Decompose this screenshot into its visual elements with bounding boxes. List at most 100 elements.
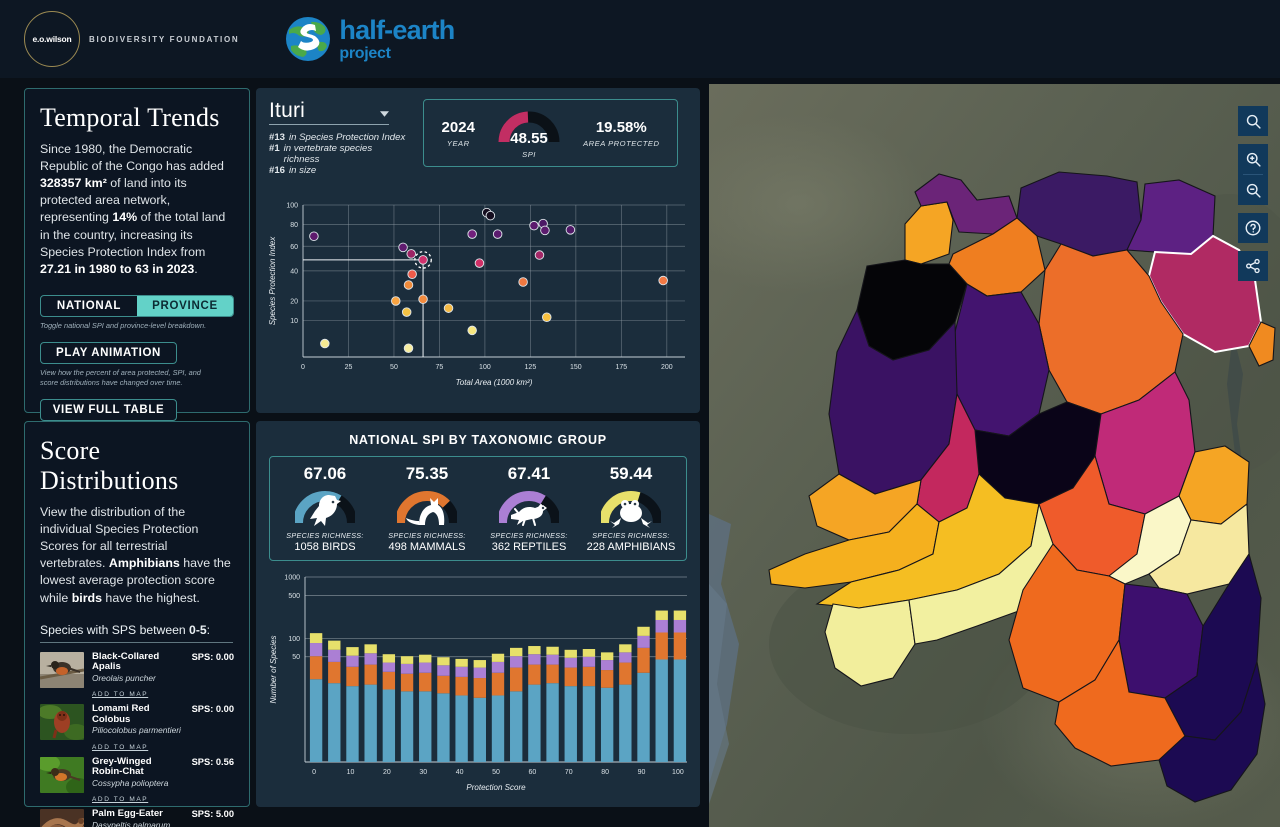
stat-area-protected: 19.58% AREA PROTECTED (583, 119, 659, 148)
species-richness-value: 498 MAMMALS (388, 541, 466, 553)
temporal-spi-range: 27.21 in 1980 to 63 in 2023 (40, 261, 195, 276)
score-distributions-title: Score Distributions (40, 436, 179, 495)
province-ranks: #13 in Species Protection Index #1 in verte… (269, 132, 409, 176)
score-bold-amphibians: Amphibians (108, 556, 180, 571)
province-rank-1: #1 in vertebrate species richness (269, 143, 409, 165)
stat-year-value: 2024 (441, 118, 475, 136)
scope-toggle-hint: Toggle national SPI and province-level b… (40, 320, 207, 330)
svg-text:60: 60 (290, 244, 298, 251)
temporal-text-1: Since 1980, the Democratic Republic of t… (40, 142, 224, 174)
stat-spi-value: 48.55 (510, 129, 548, 147)
gauge-value: 67.41 (507, 464, 551, 483)
province-stats: 2024 YEAR 48.55 SPI 19.58% AREA PROTECTE… (423, 99, 678, 167)
svg-text:40: 40 (456, 769, 464, 776)
taxonomic-gauge-2[interactable]: 67.41 SPECIES RICHNESS: 362 REPTILES (479, 464, 579, 553)
help-icon[interactable] (1238, 213, 1268, 243)
svg-text:50: 50 (292, 654, 300, 661)
play-animation-button[interactable]: PLAY ANIMATION (40, 341, 177, 364)
taxonomic-panel: NATIONAL SPI BY TAXONOMIC GROUP 67.06 SPE… (256, 421, 700, 807)
species-richness-value: 228 AMPHIBIANS (586, 541, 676, 553)
share-icon[interactable] (1238, 251, 1268, 281)
reptile-icon (499, 491, 559, 526)
eo-wilson-ring-icon: e.o.wilson (24, 11, 80, 67)
zoom-controls[interactable] (1238, 144, 1268, 205)
province-selector[interactable]: Ituri (269, 99, 389, 125)
rank-text: in vertebrate species richness (283, 143, 373, 165)
svg-text:0: 0 (301, 364, 305, 371)
zoom-out-icon[interactable] (1238, 175, 1268, 205)
province-name: Ituri (269, 99, 306, 122)
half-earth-logo[interactable]: half-earth project (285, 14, 455, 62)
svg-text:Species Protection Index: Species Protection Index (268, 236, 277, 325)
stat-year-label: YEAR (446, 138, 470, 148)
score-description: View the distribution of the individual … (40, 504, 234, 607)
eo-wilson-name: e.o.wilson (32, 34, 72, 44)
half-earth-title: half-earth (339, 14, 455, 45)
gauge-value: 67.06 (303, 464, 347, 483)
taxonomic-gauge-3[interactable]: 59.44 SPECIES RICHNESS: 228 AMPHIBIANS (581, 464, 681, 553)
rank-text: in Species Protection Index (289, 132, 406, 143)
svg-text:80: 80 (601, 769, 609, 776)
species-richness-value: 362 REPTILES (491, 541, 567, 553)
svg-text:100: 100 (286, 203, 298, 210)
add-to-map-link[interactable]: ADD TO MAP (92, 744, 148, 751)
scope-toggle[interactable]: NATIONAL PROVINCE (40, 294, 234, 317)
species-latin-name: Piliocolobus parmentieri (92, 725, 181, 736)
species-common-name: Palm Egg-Eater (92, 808, 163, 820)
species-thumbnail (40, 704, 84, 741)
species-richness-label: SPECIES RICHNESS: (388, 531, 466, 540)
list-item[interactable]: Black-Collared Apalis Oreolais puncher ADD… (40, 649, 234, 702)
stat-spi-label: SPI (522, 149, 536, 159)
add-to-map-link[interactable]: ADD TO MAP (92, 691, 148, 698)
view-full-table-button-trends[interactable]: VIEW FULL TABLE (40, 399, 177, 422)
taxonomic-gauge-1[interactable]: 75.35 SPECIES RICHNESS: 498 MAMMALS (377, 464, 477, 553)
species-list-prefix: Species with SPS between (40, 622, 190, 637)
rank-text: in size (289, 165, 317, 176)
species-latin-name: Oreolais puncher (92, 672, 156, 683)
add-to-map-link[interactable]: ADD TO MAP (92, 796, 148, 803)
svg-text:175: 175 (615, 364, 627, 371)
svg-text:Number of Species: Number of Species (269, 635, 278, 703)
eo-wilson-logo[interactable]: e.o.wilson BIODIVERSITY FOUNDATION (24, 11, 239, 67)
svg-text:10: 10 (290, 318, 298, 325)
svg-text:30: 30 (419, 769, 427, 776)
zoom-in-icon[interactable] (1238, 144, 1268, 174)
province-trends-panel: Ituri #13 in Species Protection Index #1 in… (256, 88, 700, 413)
score-text-3: have the highest. (101, 590, 200, 605)
species-common-name: Grey-Winged Robin-Chat (92, 755, 152, 778)
gauge-value: 59.44 (609, 464, 653, 483)
list-item[interactable]: Grey-Winged Robin-Chat Cossypha poliopter… (40, 754, 234, 807)
list-item[interactable]: Lomami Red Colobus Piliocolobus parmentie… (40, 701, 234, 754)
svg-text:Protection Score: Protection Score (466, 783, 526, 792)
toggle-national[interactable]: NATIONAL (41, 296, 137, 316)
map-canvas[interactable] (709, 84, 1280, 827)
rank-number: #13 (269, 132, 286, 143)
score-distributions-panel: Score Distributions View the distributio… (24, 421, 250, 827)
spi-vs-area-scatter-chart: 10 20 40 60 80 100 0 25 50 75 100 125 150 175 200 Speci… (268, 203, 685, 387)
species-list-header: Species with SPS between 0-5: (40, 623, 233, 643)
play-animation-hint: View how the percent of area protected, … (40, 367, 201, 388)
search-icon[interactable] (1238, 106, 1268, 136)
map-controls[interactable] (1238, 106, 1268, 281)
stat-spi: 48.55 SPI (498, 108, 560, 159)
list-item[interactable]: Palm Egg-EaterDasypeltis palmarumADD TO … (40, 806, 234, 827)
svg-text:40: 40 (290, 268, 298, 275)
taxonomic-gauge-0[interactable]: 67.06 SPECIES RICHNESS: 1058 BIRDS (275, 464, 375, 553)
svg-text:90: 90 (638, 769, 646, 776)
province-rank-2: #16 in size (269, 165, 409, 176)
species-richness-label: SPECIES RICHNESS: (286, 531, 364, 540)
stat-area-label: AREA PROTECTED (583, 138, 660, 148)
stat-area-value: 19.58% (595, 118, 647, 136)
svg-text:75: 75 (436, 364, 444, 371)
species-richness-value: 1058 BIRDS (294, 541, 356, 553)
species-sps-value: SPS: 0.00 (191, 651, 234, 662)
stat-year: 2024 YEAR (442, 119, 475, 148)
amphibian-icon (601, 491, 661, 528)
chevron-down-icon[interactable] (380, 99, 389, 123)
toggle-province[interactable]: PROVINCE (137, 295, 233, 316)
app-header: e.o.wilson BIODIVERSITY FOUNDATION half-… (0, 0, 1280, 78)
svg-text:20: 20 (290, 298, 298, 305)
svg-text:125: 125 (525, 364, 537, 371)
species-latin-name: Cossypha polioptera (92, 777, 169, 788)
svg-text:70: 70 (565, 769, 573, 776)
